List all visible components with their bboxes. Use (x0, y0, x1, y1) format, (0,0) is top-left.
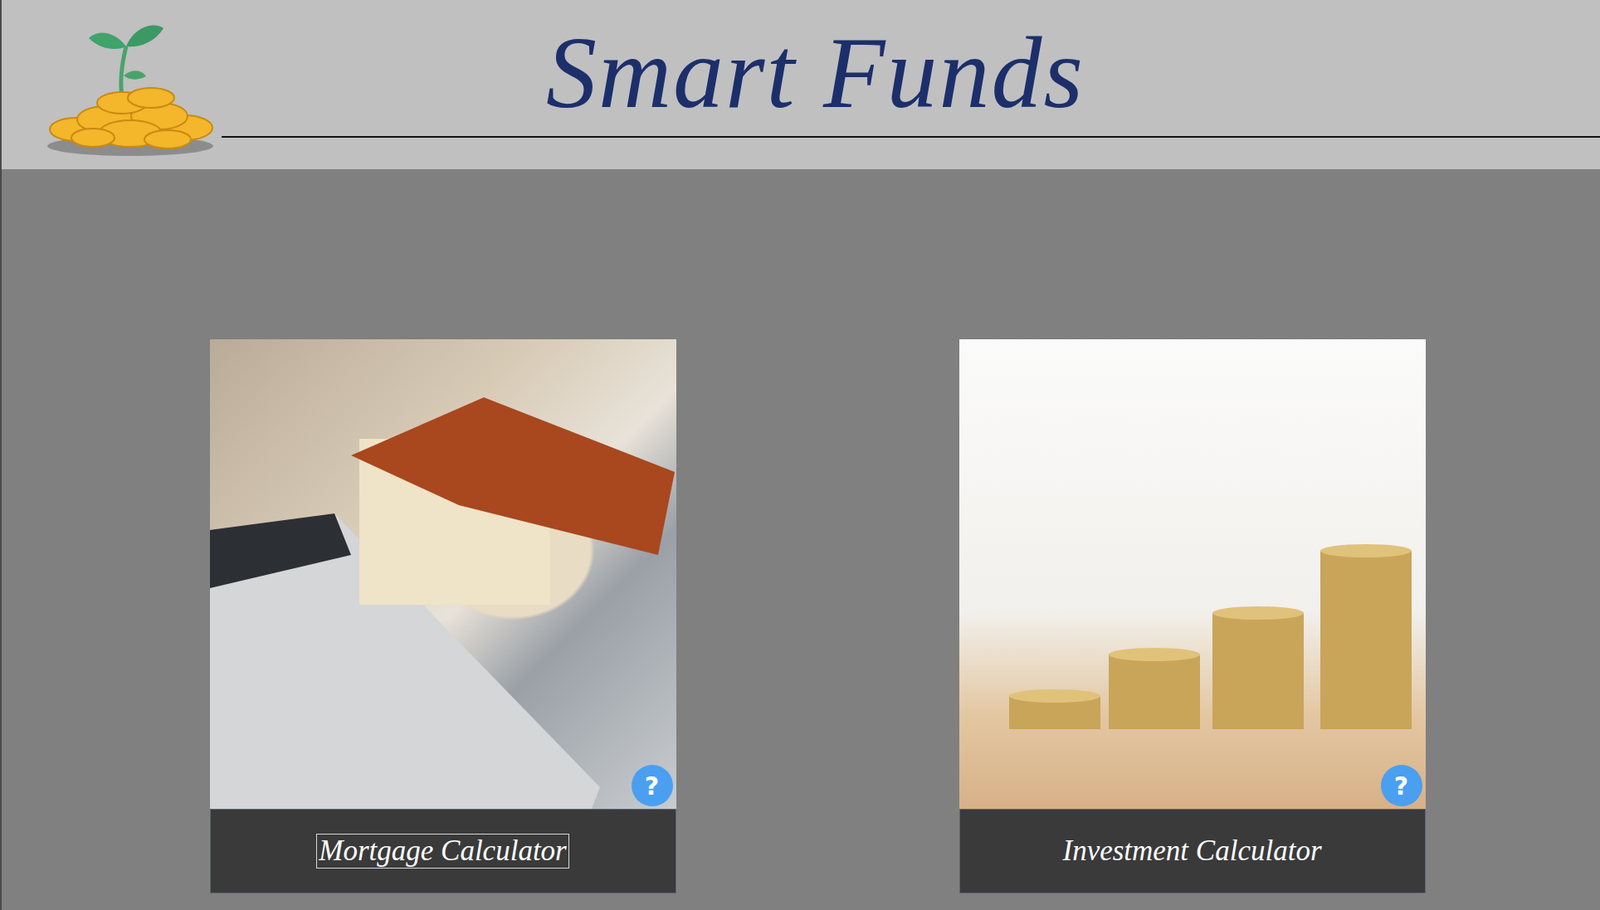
header: Smart Funds (1, 0, 1600, 170)
calculator-card[interactable]: ? Mortgage Calculator (209, 339, 677, 894)
card-row: ? Mortgage Calculator? Investment Calculat… (1, 169, 1600, 894)
house-photo-icon (209, 339, 677, 810)
title-bar: Smart Funds (221, 0, 1600, 138)
card-caption[interactable]: Mortgage Calculator (209, 809, 677, 894)
coins-sprout-icon (43, 13, 222, 161)
coins-photo-icon (959, 339, 1426, 810)
app-title: Smart Funds (546, 7, 1085, 129)
help-button[interactable]: ? (1380, 765, 1423, 807)
help-button[interactable]: ? (631, 765, 674, 807)
card-caption[interactable]: Investment Calculator (959, 809, 1426, 894)
card-label[interactable]: Mortgage Calculator (316, 834, 569, 869)
card-label[interactable]: Investment Calculator (1059, 834, 1324, 869)
card-photo[interactable]: ? (209, 339, 677, 810)
logo (1, 0, 222, 161)
calculator-card[interactable]: ? Investment Calculator (959, 339, 1426, 894)
card-photo[interactable]: ? (959, 339, 1426, 810)
